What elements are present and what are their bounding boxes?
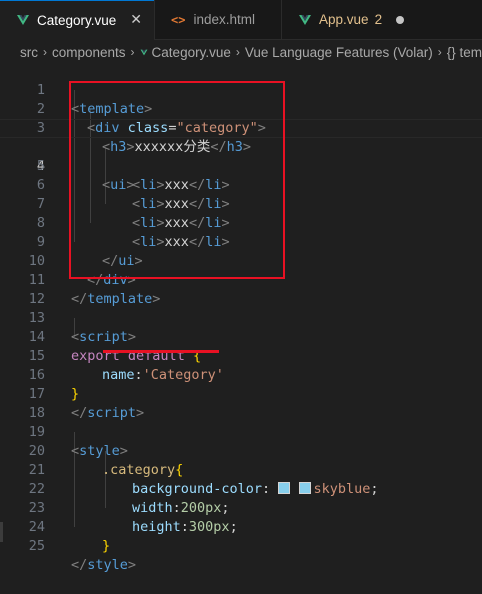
- breadcrumb-item-file[interactable]: Category.vue: [152, 45, 231, 60]
- breadcrumb-item-src[interactable]: src: [20, 45, 38, 60]
- code-line: 22 width:200px;: [0, 461, 482, 516]
- editor-tab-bar: Category.vue ✕ <> index.html App.vue 2: [0, 0, 482, 40]
- line-number: 25: [28, 538, 45, 554]
- code-line: 18: [0, 385, 482, 421]
- chevron-right-icon: ›: [437, 45, 442, 59]
- html-file-icon: <>: [171, 12, 186, 27]
- code-line: 17 </script>: [0, 366, 482, 421]
- code-line: 20 .category{: [0, 423, 482, 478]
- code-line: 16 }: [0, 347, 482, 402]
- code-line: 21 background-color: skyblue;: [0, 442, 482, 497]
- code-line: 1 <template>: [0, 62, 482, 117]
- code-line: 15 name:'Category': [0, 328, 482, 383]
- breadcrumb-item-symbol[interactable]: {} tem: [447, 45, 482, 60]
- tab-label: Category.vue: [37, 12, 117, 28]
- chevron-right-icon: ›: [130, 45, 135, 59]
- vue-file-icon: [140, 49, 147, 55]
- tab-index-html[interactable]: <> index.html: [155, 0, 283, 39]
- chevron-right-icon: ›: [43, 45, 47, 59]
- chevron-right-icon: ›: [235, 45, 240, 59]
- code-line: 14 export default {: [0, 309, 482, 364]
- vue-file-icon: [299, 14, 312, 25]
- breadcrumb-item-language[interactable]: Vue Language Features (Volar): [245, 45, 433, 60]
- tab-app-vue[interactable]: App.vue 2: [282, 0, 416, 39]
- breadcrumb-item-components[interactable]: components: [52, 45, 126, 60]
- code-line: 13 <script>: [0, 290, 482, 345]
- tab-label: App.vue: [319, 12, 369, 27]
- code-line: 19 <style>: [0, 404, 482, 459]
- annotation-box: [69, 81, 285, 279]
- code-line: 25 </style>: [0, 518, 482, 573]
- vue-file-icon: [17, 15, 29, 25]
- code-line: 23 height:300px;: [0, 480, 482, 535]
- unsaved-dot-icon[interactable]: [396, 15, 405, 24]
- problem-count-badge: 2: [374, 12, 383, 27]
- scroll-marker: [0, 522, 3, 542]
- tab-category-vue[interactable]: Category.vue ✕: [0, 0, 156, 40]
- close-icon[interactable]: ✕: [130, 12, 142, 28]
- code-line: 24 }: [0, 499, 482, 554]
- tab-label: index.html: [193, 12, 256, 27]
- breadcrumb: src › components › Category.vue › Vue La…: [0, 40, 482, 64]
- annotation-underline: [103, 350, 219, 353]
